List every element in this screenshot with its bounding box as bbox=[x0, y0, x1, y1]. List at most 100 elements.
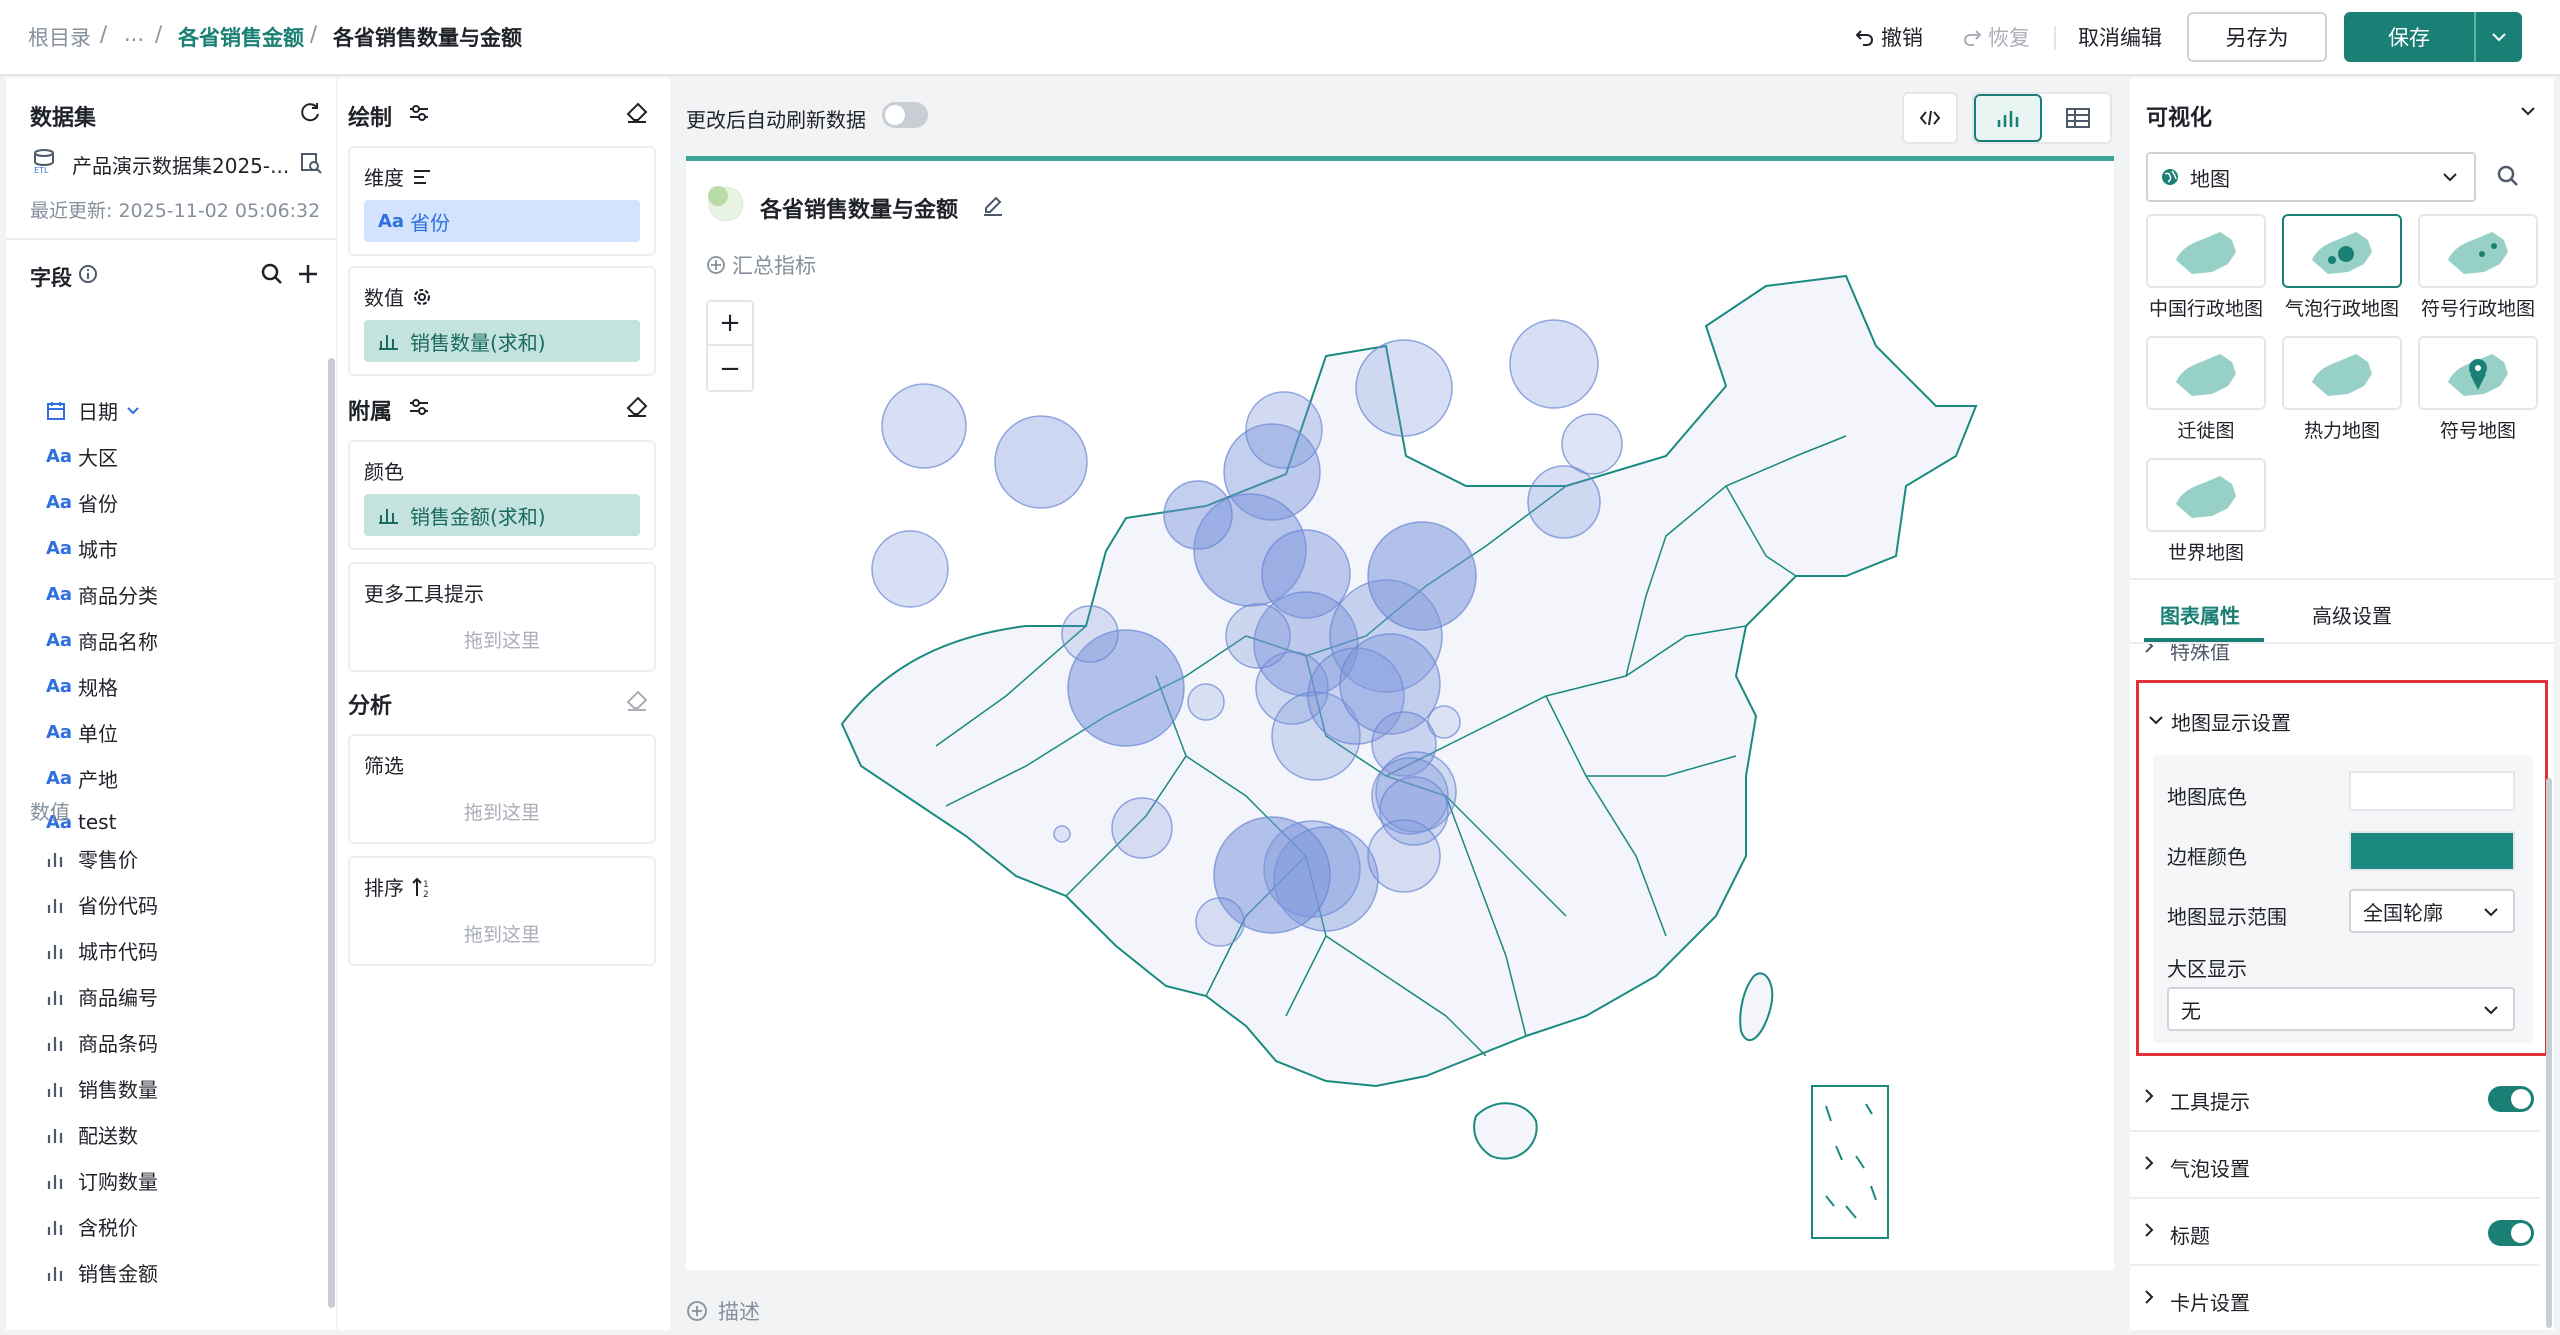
field-item[interactable]: 订购数量 bbox=[46, 1166, 158, 1195]
map-type-label[interactable]: 热力地图 bbox=[2274, 416, 2410, 443]
settings-section[interactable]: 工具提示 bbox=[2130, 1066, 2540, 1132]
fields-scrollbar[interactable] bbox=[328, 358, 335, 1308]
gear-icon[interactable] bbox=[412, 287, 432, 307]
field-item[interactable]: 零售价 bbox=[46, 844, 138, 873]
tab-advanced-settings[interactable]: 高级设置 bbox=[2312, 600, 2392, 629]
map-bubble[interactable] bbox=[1527, 465, 1601, 539]
display-range-select[interactable]: 全国轮廓 bbox=[2349, 889, 2515, 933]
save-button[interactable]: 保存 bbox=[2344, 12, 2474, 62]
sort-card[interactable]: 排序 12 拖到这里 bbox=[348, 856, 656, 966]
add-field-icon[interactable] bbox=[296, 262, 320, 286]
chevron-down-icon[interactable] bbox=[126, 406, 140, 416]
map-type-label[interactable]: 世界地图 bbox=[2138, 538, 2274, 565]
map-bubble[interactable] bbox=[1195, 897, 1245, 947]
color-card[interactable]: 颜色 销售金额(求和) bbox=[348, 440, 656, 550]
map-bubble[interactable] bbox=[1061, 605, 1119, 663]
filter-card[interactable]: 筛选 拖到这里 bbox=[348, 734, 656, 844]
map-bubble[interactable] bbox=[1367, 819, 1441, 893]
breadcrumb-parent[interactable]: 各省销售金额 bbox=[178, 22, 304, 52]
describe-button[interactable]: 描述 bbox=[686, 1296, 760, 1326]
field-item[interactable]: 销售金额 bbox=[46, 1258, 158, 1287]
region-display-select[interactable]: 无 bbox=[2167, 987, 2515, 1031]
field-item[interactable]: 城市代码 bbox=[46, 936, 158, 965]
dimension-chip[interactable]: Aa 省份 bbox=[364, 200, 640, 242]
map-display-settings-title[interactable]: 地图显示设置 bbox=[2171, 707, 2291, 736]
field-item[interactable]: 销售数量 bbox=[46, 1074, 158, 1103]
map-type-thumbnail[interactable] bbox=[2282, 214, 2402, 288]
map-bubble[interactable] bbox=[1111, 797, 1173, 859]
map-bubble[interactable] bbox=[1367, 521, 1477, 631]
save-as-button[interactable]: 另存为 bbox=[2187, 12, 2327, 62]
list-settings-icon[interactable] bbox=[412, 168, 432, 186]
tab-chart-properties[interactable]: 图表属性 bbox=[2160, 600, 2240, 629]
settings-scrollbar[interactable] bbox=[2546, 778, 2552, 1328]
chevron-down-icon[interactable] bbox=[2149, 715, 2163, 725]
map-bubble[interactable] bbox=[1355, 339, 1453, 437]
map-bubble[interactable] bbox=[1245, 391, 1323, 469]
settings-section[interactable]: 卡片设置 bbox=[2130, 1267, 2540, 1333]
field-item[interactable]: 商品编号 bbox=[46, 982, 158, 1011]
cancel-edit-button[interactable]: 取消编辑 bbox=[2070, 12, 2170, 62]
map-type-label[interactable]: 符号地图 bbox=[2410, 416, 2546, 443]
field-item[interactable]: 配送数 bbox=[46, 1120, 138, 1149]
map-type-thumbnail[interactable] bbox=[2282, 336, 2402, 410]
map-bubble[interactable] bbox=[1163, 480, 1233, 550]
chart-type-select[interactable]: 地图 bbox=[2146, 152, 2476, 202]
chart-view-button[interactable] bbox=[1974, 94, 2042, 142]
settings-sliders-icon[interactable] bbox=[408, 102, 430, 124]
field-item[interactable]: Aa 商品分类 bbox=[46, 580, 158, 609]
map-bubble[interactable] bbox=[1053, 825, 1071, 843]
color-chip[interactable]: 销售金额(求和) bbox=[364, 494, 640, 536]
base-color-swatch[interactable] bbox=[2349, 771, 2515, 811]
map-type-thumbnail[interactable] bbox=[2418, 336, 2538, 410]
map-bubble[interactable] bbox=[871, 530, 949, 608]
section-toggle[interactable] bbox=[2488, 1220, 2534, 1246]
map-bubble[interactable] bbox=[1427, 705, 1461, 739]
field-item[interactable]: Aa 规格 bbox=[46, 672, 118, 701]
info-icon[interactable] bbox=[78, 264, 98, 284]
dataset-preview-icon[interactable] bbox=[300, 152, 322, 174]
bubble-map[interactable] bbox=[686, 156, 2114, 1270]
map-bubble[interactable] bbox=[1187, 683, 1225, 721]
settings-section[interactable]: 气泡设置 bbox=[2130, 1133, 2540, 1199]
section-toggle[interactable] bbox=[2488, 1086, 2534, 1112]
dataset-name[interactable]: 产品演示数据集2025-... bbox=[72, 150, 289, 179]
value-chip[interactable]: 销售数量(求和) bbox=[364, 320, 640, 362]
chevron-down-icon[interactable] bbox=[2520, 106, 2536, 116]
value-card[interactable]: 数值 销售数量(求和) bbox=[348, 266, 656, 376]
map-type-label[interactable]: 迁徙图 bbox=[2138, 416, 2274, 443]
field-item[interactable]: Aa 产地 bbox=[46, 764, 118, 793]
map-type-thumbnail[interactable] bbox=[2146, 214, 2266, 288]
settings-section[interactable]: 标题 bbox=[2130, 1200, 2540, 1266]
refresh-dataset-icon[interactable] bbox=[298, 100, 322, 124]
undo-button[interactable]: 撤销 bbox=[1848, 12, 1930, 62]
settings-sliders-icon[interactable] bbox=[408, 396, 430, 418]
map-bubble[interactable] bbox=[1509, 319, 1599, 409]
map-type-label[interactable]: 中国行政地图 bbox=[2138, 294, 2274, 321]
field-item[interactable]: 含税价 bbox=[46, 1212, 138, 1241]
field-item[interactable]: 省份代码 bbox=[46, 890, 158, 919]
field-item[interactable]: Aa 单位 bbox=[46, 718, 118, 747]
field-item[interactable]: 商品条码 bbox=[46, 1028, 158, 1057]
map-type-thumbnail[interactable] bbox=[2146, 458, 2266, 532]
field-item[interactable]: Aa 省份 bbox=[46, 488, 118, 517]
eraser-icon[interactable] bbox=[626, 690, 648, 712]
tooltip-drop-card[interactable]: 更多工具提示 拖到这里 bbox=[348, 562, 656, 672]
border-color-swatch[interactable] bbox=[2349, 831, 2515, 871]
sort-icon[interactable]: 12 bbox=[412, 876, 432, 898]
map-bubble[interactable] bbox=[1561, 413, 1623, 475]
map-type-thumbnail[interactable] bbox=[2418, 214, 2538, 288]
save-options-dropdown[interactable] bbox=[2474, 12, 2522, 62]
auto-refresh-toggle[interactable] bbox=[882, 102, 928, 128]
map-type-label[interactable]: 符号行政地图 bbox=[2410, 294, 2546, 321]
search-icon[interactable] bbox=[260, 262, 284, 286]
dimension-card[interactable]: 维度 Aa 省份 bbox=[348, 146, 656, 256]
code-view-button[interactable] bbox=[1902, 92, 1958, 144]
breadcrumb-root[interactable]: 根目录 bbox=[28, 22, 91, 52]
map-type-label[interactable]: 气泡行政地图 bbox=[2274, 294, 2410, 321]
map-bubble[interactable] bbox=[994, 415, 1088, 509]
map-bubble[interactable] bbox=[881, 383, 967, 469]
eraser-icon[interactable] bbox=[626, 102, 648, 124]
field-item[interactable]: Aa 大区 bbox=[46, 442, 118, 471]
field-item[interactable]: 日期 bbox=[46, 396, 140, 425]
